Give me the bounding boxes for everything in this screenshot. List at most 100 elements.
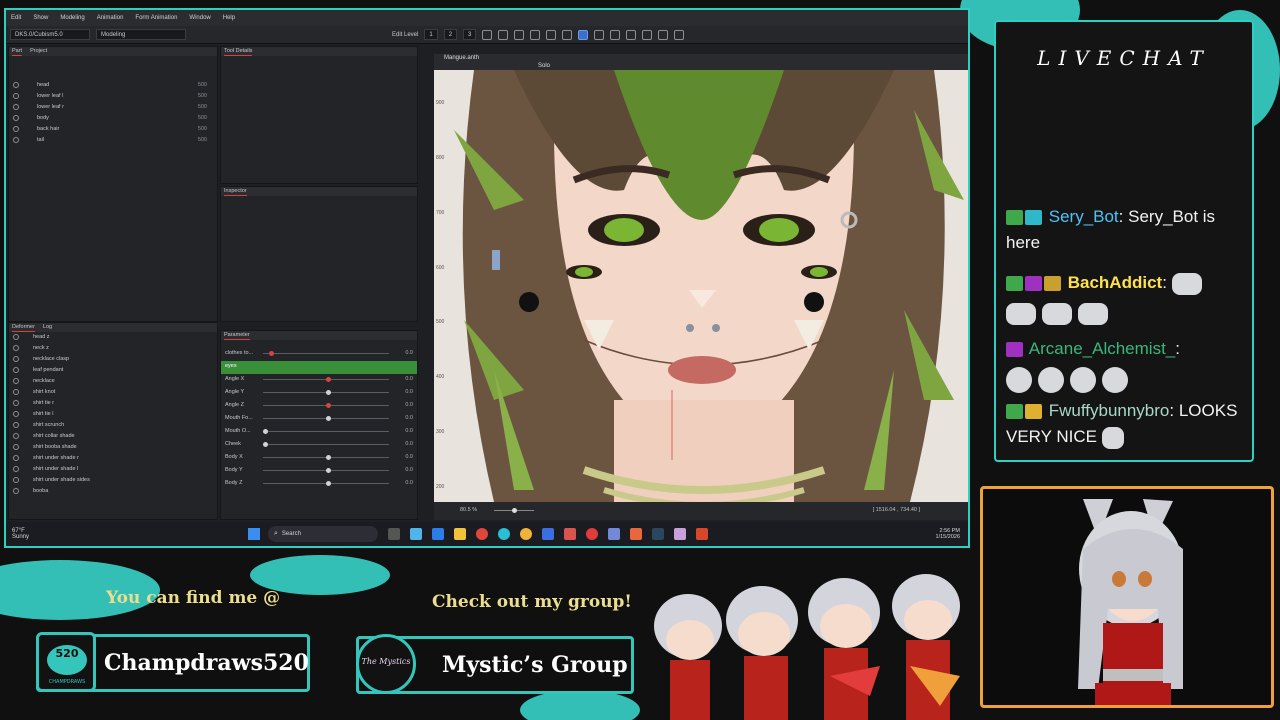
edit-level-2[interactable]: 2 <box>443 29 458 40</box>
model-viewport[interactable]: 900 800 700 600 500 400 300 200 <box>434 70 968 502</box>
slider-knob[interactable] <box>326 377 331 382</box>
visibility-eye-icon[interactable] <box>13 410 19 417</box>
tab-log[interactable]: Log <box>43 323 52 332</box>
slider-knob[interactable] <box>326 455 331 460</box>
parameter-slider[interactable] <box>263 390 389 395</box>
edge-icon[interactable] <box>498 528 510 540</box>
deformer-row[interactable]: shirt under shade sides <box>9 475 217 486</box>
parameter-slider[interactable] <box>263 416 389 421</box>
slider-knob[interactable] <box>326 481 331 486</box>
system-clock[interactable]: 2:56 PM 1/15/2026 <box>936 528 960 540</box>
lasso-icon[interactable] <box>594 29 605 40</box>
app-icon[interactable] <box>542 528 554 540</box>
visibility-eye-icon[interactable] <box>13 377 19 384</box>
parameter-slider[interactable] <box>263 403 389 408</box>
viewport-tab[interactable]: Mangue.anth <box>444 55 479 61</box>
project-path-select[interactable]: DKS.0/Cubism5.0 <box>10 29 90 40</box>
chrome-icon[interactable] <box>476 528 488 540</box>
zoom-level[interactable]: 80.5 % <box>460 507 477 513</box>
deformer-row[interactable]: shirt tie r <box>9 398 217 409</box>
parameter-row[interactable]: eyes <box>221 361 417 374</box>
zoom-slider[interactable] <box>494 508 534 513</box>
grid-icon[interactable] <box>546 29 557 40</box>
menu-window[interactable]: Window <box>188 15 211 21</box>
edit-level-3[interactable]: 3 <box>463 29 477 40</box>
deformer-row[interactable]: leaf pendant <box>9 365 217 376</box>
menu-animation[interactable]: Animation <box>96 15 125 21</box>
parameter-row[interactable]: Body Y 0.0 <box>221 465 417 478</box>
deformer-row[interactable]: shirt knot <box>9 387 217 398</box>
parameter-row[interactable]: clothes to... 0.0 <box>221 348 417 361</box>
select-arrow-icon[interactable] <box>578 29 589 40</box>
link-icon[interactable] <box>674 29 685 40</box>
parameter-slider[interactable] <box>263 481 389 486</box>
visibility-eye-icon[interactable] <box>13 487 19 494</box>
slider-knob[interactable] <box>326 416 331 421</box>
discord-icon[interactable] <box>608 528 620 540</box>
slider-knob[interactable] <box>326 403 331 408</box>
deformer-row[interactable]: shirt collar shade <box>9 431 217 442</box>
parameter-slider[interactable] <box>263 442 389 447</box>
menu-help[interactable]: Help <box>222 15 236 21</box>
visibility-eye-icon[interactable] <box>13 443 19 450</box>
parameter-value[interactable]: 0.0 <box>405 387 413 398</box>
parameter-row[interactable]: Mouth Fo... 0.0 <box>221 413 417 426</box>
parameter-value[interactable]: 0.0 <box>405 400 413 411</box>
pen-icon[interactable] <box>610 29 621 40</box>
parameter-slider[interactable] <box>263 351 389 356</box>
parameter-value[interactable]: 0.0 <box>405 452 413 463</box>
parameter-row[interactable]: Angle Y 0.0 <box>221 387 417 400</box>
visibility-eye-icon[interactable] <box>13 103 19 110</box>
settings-icon[interactable] <box>642 29 653 40</box>
part-row[interactable]: tail 500 <box>9 135 217 146</box>
parameter-value[interactable]: 0.0 <box>405 348 413 359</box>
deformer-row[interactable]: neck z <box>9 343 217 354</box>
parameter-slider[interactable] <box>263 429 389 434</box>
chat-username[interactable]: Fwuffybunnybro <box>1049 401 1170 420</box>
browser-icon[interactable] <box>520 528 532 540</box>
part-row[interactable]: body 500 <box>9 113 217 124</box>
deformer-row[interactable]: shirt tie l <box>9 409 217 420</box>
part-row[interactable]: lower leaf r 500 <box>9 102 217 113</box>
visibility-eye-icon[interactable] <box>13 92 19 99</box>
parameter-slider[interactable] <box>263 377 389 382</box>
visibility-eye-icon[interactable] <box>13 355 19 362</box>
weather-widget[interactable]: 67°F Sunny <box>12 528 32 540</box>
deformer-row[interactable]: necklace clasp <box>9 354 217 365</box>
rotate-tool-icon[interactable] <box>514 29 525 40</box>
chat-username[interactable]: Sery_Bot <box>1049 207 1119 226</box>
part-row[interactable]: lower leaf l 500 <box>9 91 217 102</box>
explorer-icon[interactable] <box>454 528 466 540</box>
menu-form-animation[interactable]: Form Animation <box>134 15 178 21</box>
app-icon[interactable] <box>630 528 642 540</box>
part-row[interactable]: head 500 <box>9 80 217 91</box>
deformer-row[interactable]: shirt under shade r <box>9 453 217 464</box>
parameter-value[interactable]: 0.0 <box>405 465 413 476</box>
menu-modeling[interactable]: Modeling <box>59 15 85 21</box>
start-button[interactable] <box>248 528 260 540</box>
parameter-row[interactable]: Angle Z 0.0 <box>221 400 417 413</box>
mesh-tool-icon[interactable] <box>482 29 493 40</box>
parameter-slider[interactable] <box>263 468 389 473</box>
parameter-row[interactable]: Body X 0.0 <box>221 452 417 465</box>
view-icon[interactable] <box>626 29 637 40</box>
parameter-value[interactable]: 0.0 <box>405 426 413 437</box>
slider-knob[interactable] <box>263 429 268 434</box>
taskbar-search[interactable]: ⌕ Search <box>268 526 378 542</box>
menu-edit[interactable]: Edit <box>10 15 22 21</box>
parameter-row[interactable]: Body Z 0.0 <box>221 478 417 491</box>
slider-knob[interactable] <box>326 390 331 395</box>
visibility-eye-icon[interactable] <box>13 136 19 143</box>
slider-knob[interactable] <box>263 442 268 447</box>
chat-username[interactable]: BachAddict <box>1068 273 1162 292</box>
visibility-eye-icon[interactable] <box>13 81 19 88</box>
chat-username[interactable]: Arcane_Alchemist_ <box>1029 339 1175 358</box>
visibility-eye-icon[interactable] <box>13 454 19 461</box>
tab-deformer[interactable]: Deformer <box>12 323 35 332</box>
visibility-eye-icon[interactable] <box>13 125 19 132</box>
visibility-eye-icon[interactable] <box>13 399 19 406</box>
visibility-eye-icon[interactable] <box>13 114 19 121</box>
tab-part[interactable]: Part <box>12 47 23 56</box>
cubism-icon[interactable] <box>696 528 708 540</box>
slider-knob[interactable] <box>269 351 275 356</box>
